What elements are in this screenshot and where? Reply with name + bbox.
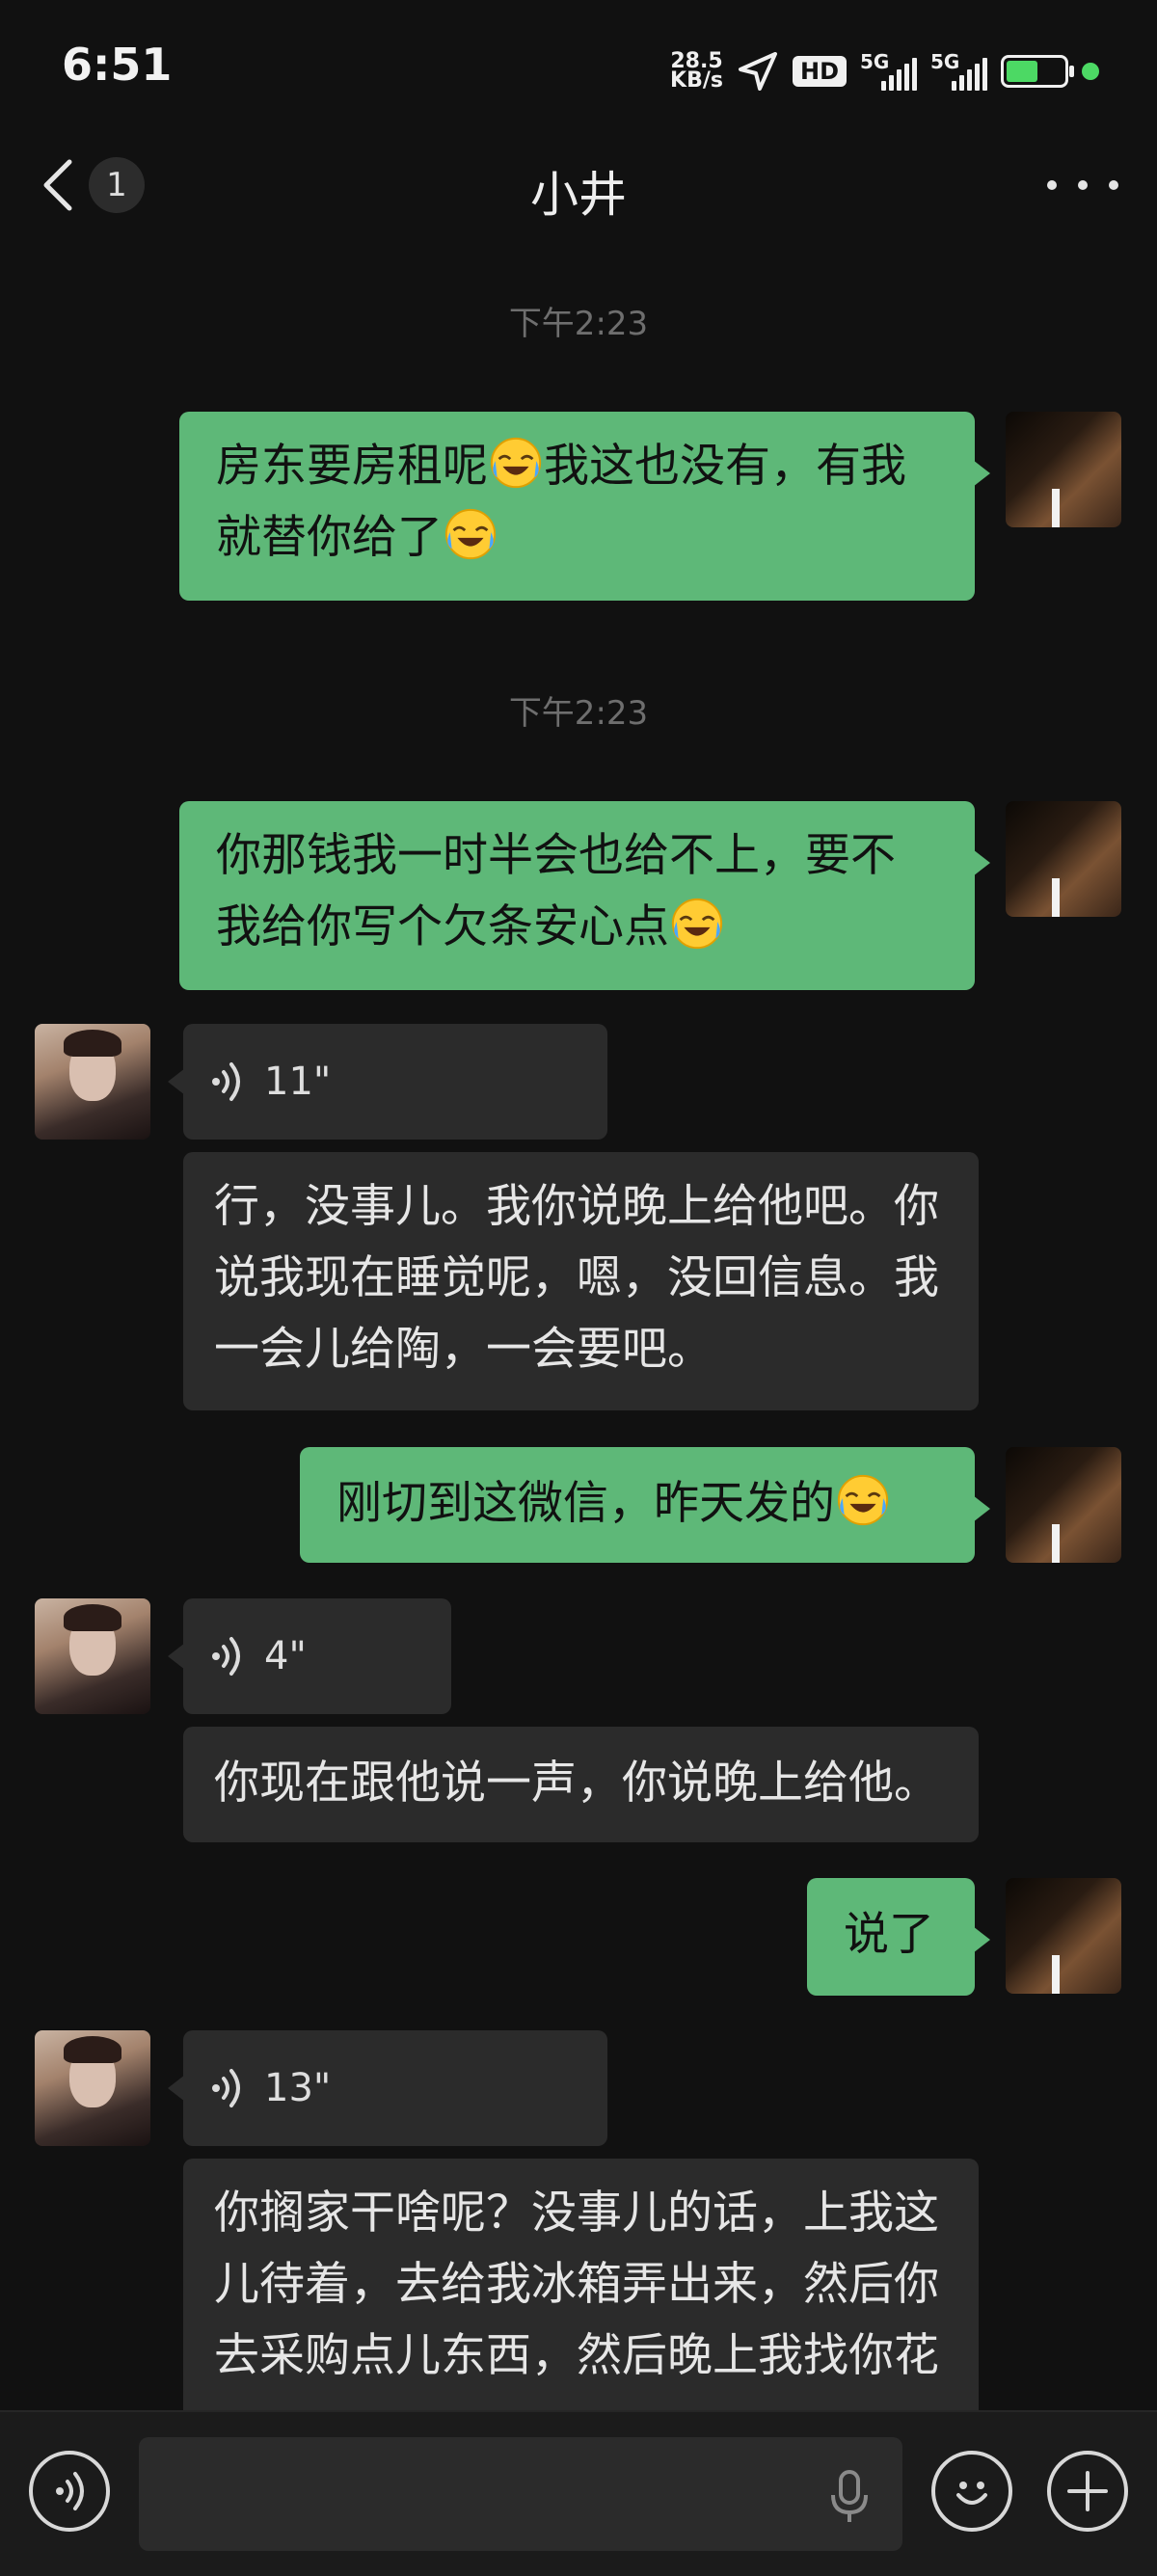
voice-wave-icon	[212, 1062, 240, 1101]
green-dot-icon	[1082, 63, 1099, 80]
voice-input-toggle-button[interactable]	[29, 2451, 110, 2532]
voice-transcript-bubble[interactable]: 行，没事儿。我你说晚上给他吧。你说我现在睡觉呢，嗯，没回信息。我一会儿给陶，一会…	[183, 1152, 979, 1410]
location-arrow-icon	[738, 52, 777, 91]
message-text: 刚切到这微信，昨天发的	[336, 1477, 835, 1530]
status-time: 6:51	[62, 39, 173, 91]
my-avatar[interactable]	[1006, 801, 1121, 917]
voice-duration: 13"	[264, 2066, 332, 2110]
voice-transcript-bubble[interactable]: 你现在跟他说一声，你说晚上给他。	[183, 1727, 979, 1842]
smiley-icon	[956, 2482, 987, 2505]
signal-icon: 5G	[930, 50, 987, 91]
voice-wave-icon	[56, 2472, 84, 2510]
message-input[interactable]	[139, 2437, 902, 2551]
laughing-tears-emoji	[837, 1474, 889, 1526]
more-dot-icon	[1109, 180, 1118, 190]
friend-avatar[interactable]	[35, 1598, 150, 1714]
my-avatar[interactable]	[1006, 1447, 1121, 1563]
message-timestamp: 下午2:23	[508, 305, 649, 343]
laughing-tears-emoji	[444, 508, 497, 560]
my-message-bubble[interactable]: 说了	[807, 1878, 990, 1996]
sim2-network-tag: 5G	[930, 50, 960, 73]
message-text: 房东要房租呢	[216, 440, 488, 493]
input-bar	[0, 2410, 1157, 2576]
voice-wave-icon	[212, 2069, 240, 2107]
voice-wave-icon	[212, 1637, 240, 1676]
sim1-network-tag: 5G	[860, 50, 890, 73]
more-options-button[interactable]	[1047, 166, 1118, 204]
chevron-left-icon	[43, 159, 72, 211]
laughing-tears-emoji	[490, 437, 542, 489]
my-message-bubble[interactable]: 房东要房租呢 我这也没有，有我就替你给了	[179, 412, 990, 601]
friend-avatar[interactable]	[35, 1024, 150, 1140]
emoji-button[interactable]	[931, 2451, 1012, 2532]
transcript-text: 行，没事儿。我你说晚上给他吧。你说我现在睡觉呢，嗯，没回信息。我一会儿给陶，一会…	[214, 1180, 939, 1376]
transcript-text: 你搁家干啥呢？没事儿的话，上我这儿待着，去给我冰箱弄出来，然后你去采购点儿东西，…	[214, 2187, 939, 2382]
back-button[interactable]: 1	[39, 156, 164, 214]
transcript-text: 你现在跟他说一声，你说晚上给他。	[214, 1757, 939, 1810]
voice-message[interactable]: 13"	[168, 2030, 607, 2146]
unread-count-badge: 1	[89, 157, 145, 213]
hd-voice-icon: HD	[792, 56, 847, 87]
microphone-icon[interactable]	[825, 2470, 874, 2524]
status-bar: 6:51 28.5 KB/s HD 5G 5G	[0, 0, 1157, 135]
more-dot-icon	[1047, 180, 1057, 190]
voice-message[interactable]: 4"	[168, 1598, 451, 1714]
battery-charging-icon	[1001, 55, 1074, 88]
my-avatar[interactable]	[1006, 1878, 1121, 1994]
my-message-bubble[interactable]: 刚切到这微信，昨天发的	[300, 1447, 990, 1563]
message-text: 你那钱我一时半会也给不上，要不我给你写个欠条安心点	[216, 829, 896, 953]
signal-icon: 5G	[860, 50, 917, 91]
my-avatar[interactable]	[1006, 412, 1121, 527]
status-icons: 28.5 KB/s HD 5G 5G	[670, 42, 1099, 100]
more-dot-icon	[1078, 180, 1088, 190]
message-text: 说了	[844, 1908, 934, 1961]
message-timestamp: 下午2:23	[508, 694, 649, 733]
network-speed-unit: KB/s	[670, 68, 723, 93]
network-speed: 28.5 KB/s	[670, 51, 723, 93]
voice-duration: 4"	[264, 1634, 307, 1678]
chat-header: 小井 1	[0, 135, 1157, 231]
laughing-tears-emoji	[671, 898, 723, 950]
friend-avatar[interactable]	[35, 2030, 150, 2146]
my-message-bubble[interactable]: 你那钱我一时半会也给不上，要不我给你写个欠条安心点	[179, 801, 990, 990]
chat-title: 小井	[530, 167, 627, 223]
plus-icon	[1067, 2471, 1108, 2511]
voice-duration: 11"	[264, 1060, 332, 1104]
voice-message[interactable]: 11"	[168, 1024, 607, 1140]
add-attachment-button[interactable]	[1047, 2451, 1128, 2532]
